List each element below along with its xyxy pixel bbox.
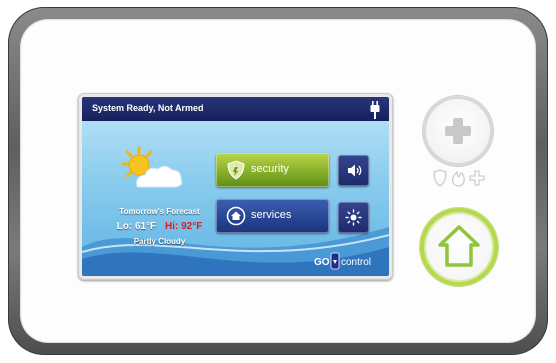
power-plug-icon[interactable] (369, 101, 381, 119)
emergency-plus-button[interactable] (423, 96, 493, 166)
status-bar: System Ready, Not Armed (82, 97, 389, 121)
brightness-button[interactable] (338, 202, 369, 233)
system-status-text: System Ready, Not Armed (92, 103, 204, 113)
brightness-icon (345, 209, 362, 226)
police-badge-icon (433, 169, 447, 187)
fire-icon (452, 170, 465, 187)
svg-text:GO: GO (314, 257, 330, 268)
security-button[interactable]: security (216, 153, 329, 187)
forecast-condition: Partly Cloudy (133, 237, 186, 246)
forecast-temps: Lo: 61°F Hi: 92°F (82, 221, 237, 232)
security-label: security (251, 163, 289, 175)
volume-button[interactable] (338, 155, 369, 186)
speaker-icon (348, 164, 362, 177)
emergency-icons-row (433, 169, 485, 187)
home-icon (438, 225, 480, 267)
services-button[interactable]: services (216, 199, 329, 233)
plus-icon (445, 118, 471, 144)
services-home-icon (226, 206, 246, 226)
shield-icon (227, 160, 245, 180)
forecast-title: Tomorrow's Forecast (119, 207, 200, 216)
services-label: services (251, 209, 292, 221)
home-button[interactable] (420, 208, 498, 286)
touch-screen: System Ready, Not Armed Tomorrow's Forec… (82, 97, 389, 276)
medical-cross-icon (469, 170, 485, 186)
partly-cloudy-icon (121, 146, 183, 188)
high-temp: Hi: 92°F (165, 221, 203, 232)
low-temp: Lo: 61°F (116, 221, 157, 232)
gocontrol-logo: GO control (314, 252, 371, 270)
brand-text: control (341, 257, 371, 268)
